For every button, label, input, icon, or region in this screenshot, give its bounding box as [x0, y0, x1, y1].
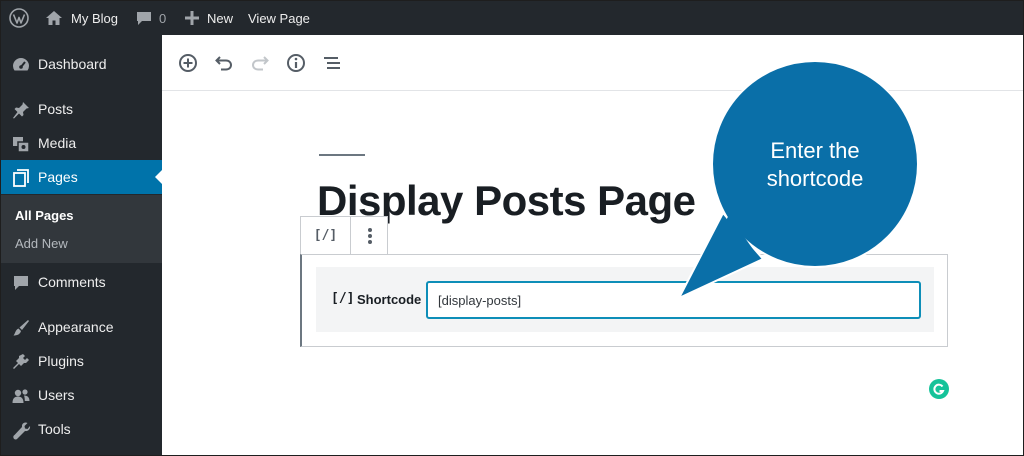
pin-icon: [13, 102, 29, 119]
comment-icon: [14, 276, 28, 290]
brush-icon: [13, 320, 29, 336]
sidebar-label: Comments: [38, 274, 106, 290]
site-name-link[interactable]: My Blog: [45, 1, 118, 35]
block-toolbar: [/]: [300, 216, 388, 254]
wordpress-logo-icon[interactable]: [9, 1, 29, 35]
users-icon: [12, 389, 30, 403]
sidebar-label: Users: [38, 387, 75, 403]
sidebar-label: Tools: [38, 421, 71, 437]
media-icon: [13, 137, 30, 153]
pages-submenu: All Pages Add New: [1, 195, 162, 263]
sidebar-item-dashboard[interactable]: Dashboard: [1, 47, 162, 81]
sidebar-item-plugins[interactable]: Plugins: [1, 344, 162, 378]
admin-sidebar: Dashboard Posts Media Pages All Pages Ad…: [1, 35, 163, 455]
sidebar-label: Dashboard: [38, 56, 107, 72]
callout-line-2: shortcode: [766, 166, 864, 191]
editor-toolbar: [162, 35, 1023, 91]
sidebar-label: Plugins: [38, 353, 84, 369]
grammarly-icon[interactable]: [929, 379, 949, 399]
sidebar-item-posts[interactable]: Posts: [1, 92, 162, 126]
sidebar-label: Posts: [38, 101, 74, 117]
shortcode-icon: [/]: [331, 291, 355, 306]
block-editor: Display Posts Page [/] [/] Shortcode: [162, 35, 1023, 455]
sidebar-item-appearance[interactable]: Appearance: [1, 310, 162, 344]
comment-bubble-icon: [137, 12, 151, 25]
shortcode-block[interactable]: [/] Shortcode: [316, 267, 934, 332]
shortcode-input[interactable]: [426, 281, 921, 319]
vertical-ellipsis-icon: [367, 227, 372, 244]
redo-icon[interactable]: [249, 52, 271, 74]
callout-text: Enter the shortcode: [713, 137, 917, 193]
comments-link[interactable]: 0: [136, 1, 166, 35]
info-icon[interactable]: [285, 52, 307, 74]
plus-icon: [185, 11, 199, 25]
view-page-label: View Page: [248, 10, 310, 26]
dashboard-icon: [13, 58, 29, 71]
add-block-icon[interactable]: [177, 52, 199, 74]
sidebar-item-media[interactable]: Media: [1, 126, 162, 160]
sidebar-label: Media: [38, 135, 77, 151]
site-name: My Blog: [71, 10, 118, 26]
screenshot-frame: My Blog 0 New View Page Dashboard Posts …: [1, 1, 1023, 455]
sidebar-label: Appearance: [38, 319, 114, 335]
submenu-all-pages[interactable]: All Pages: [15, 208, 74, 223]
home-icon: [46, 11, 62, 25]
submenu-add-new[interactable]: Add New: [15, 236, 68, 251]
comments-count: 0: [159, 10, 167, 26]
sidebar-item-comments[interactable]: Comments: [1, 265, 162, 299]
sidebar-label: Pages: [38, 169, 78, 185]
new-content-link[interactable]: New: [184, 1, 233, 35]
block-navigation-icon[interactable]: [321, 52, 343, 74]
callout-line-1: Enter the: [770, 138, 860, 163]
plug-icon: [13, 354, 29, 369]
undo-icon[interactable]: [213, 52, 235, 74]
admin-bar: My Blog 0 New View Page: [1, 1, 1023, 35]
more-options-button[interactable]: [351, 217, 388, 254]
shortcode-label: Shortcode: [357, 292, 422, 307]
title-separator: [319, 154, 365, 156]
new-label: New: [207, 10, 234, 26]
pages-icon: [13, 169, 29, 187]
sidebar-item-users[interactable]: Users: [1, 378, 162, 412]
wrench-icon: [13, 422, 31, 440]
sidebar-item-pages[interactable]: Pages: [1, 160, 163, 194]
sidebar-item-tools[interactable]: Tools: [1, 412, 162, 446]
view-page-link[interactable]: View Page: [248, 1, 310, 35]
block-switcher-button[interactable]: [/]: [301, 217, 351, 254]
